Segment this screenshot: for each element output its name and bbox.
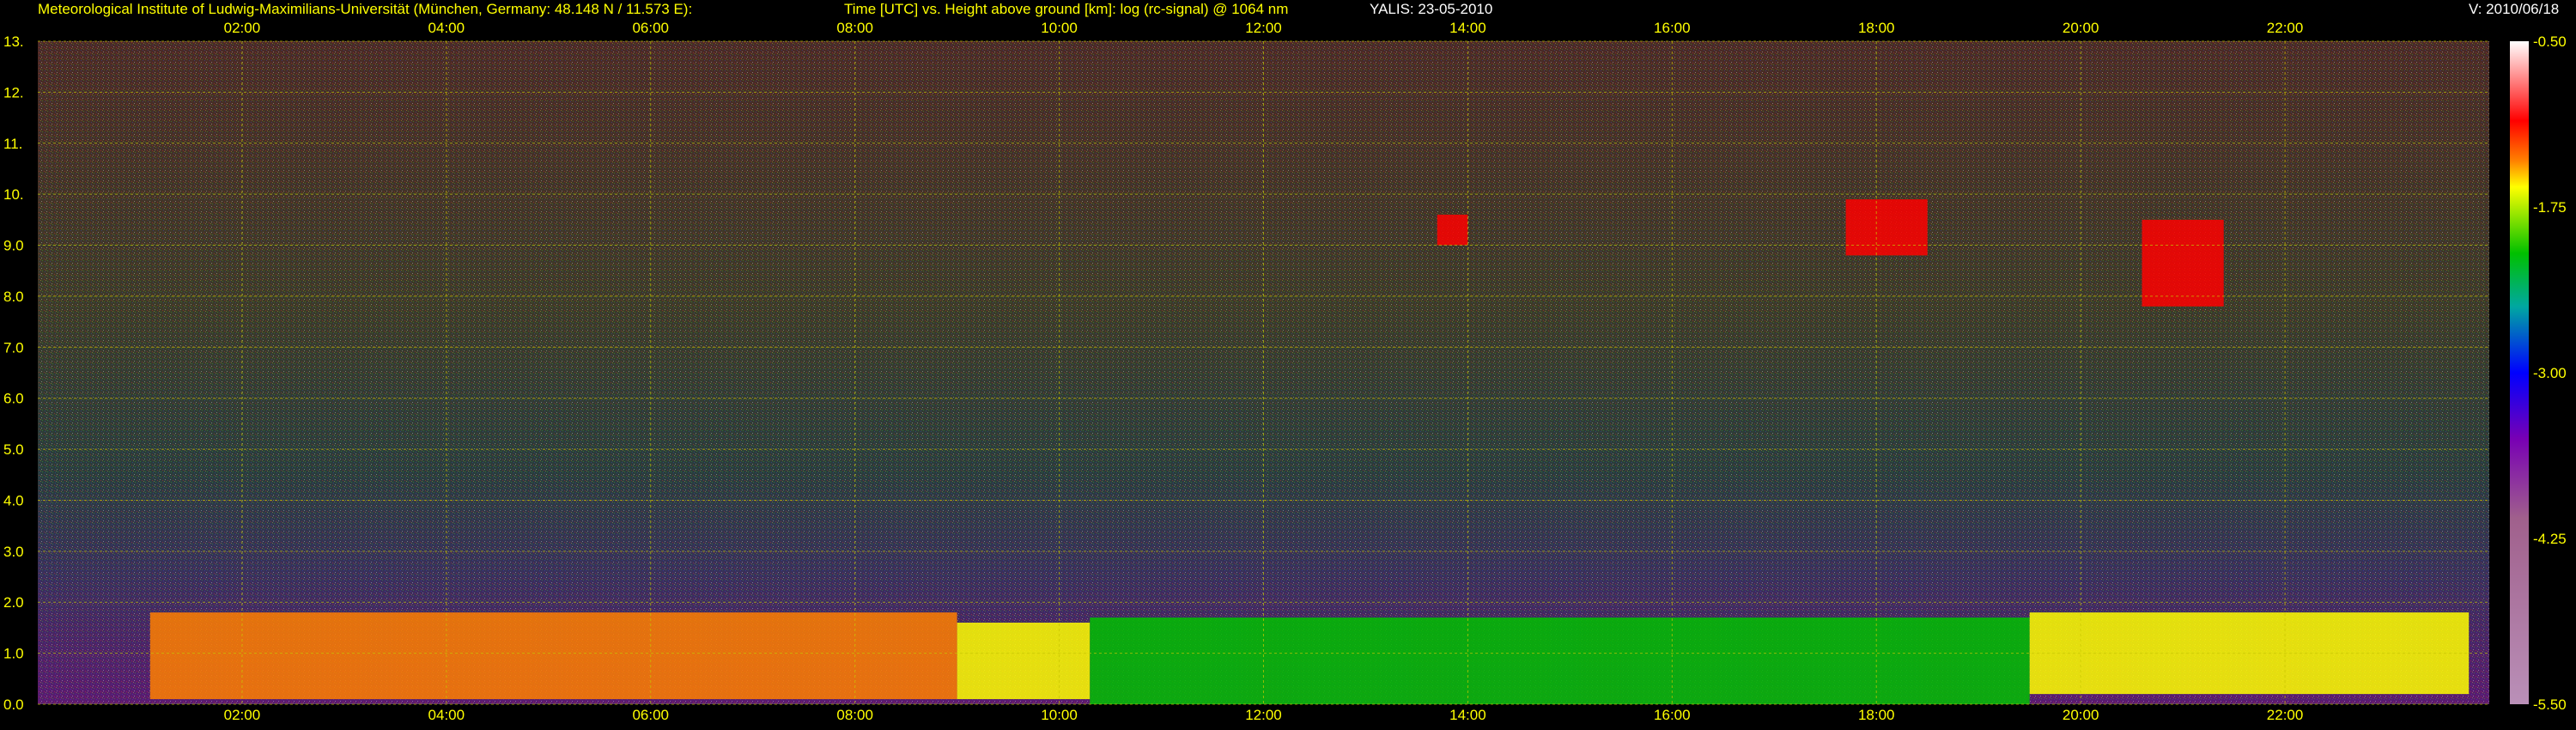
colorbar-tick-label: -4.25 (2533, 531, 2567, 547)
x-tick-label-top: 18:00 (1858, 20, 1895, 36)
y-tick-label: 6.0 (3, 391, 24, 407)
x-tick-label-bottom: 10:00 (1041, 707, 1078, 723)
x-tick-label-top: 10:00 (1041, 20, 1078, 36)
colorbar-tick-label: -5.50 (2533, 697, 2567, 713)
chart-title: Time [UTC] vs. Height above ground [km]:… (844, 1, 1288, 17)
feature-cirrus-6 (2142, 219, 2224, 307)
x-tick-label-top: 14:00 (1449, 20, 1486, 36)
version-label: V: 2010/06/18 (2469, 1, 2559, 17)
x-tick-label-top: 12:00 (1245, 20, 1282, 36)
feature-boundary-layer-aerosol-0 (149, 612, 957, 700)
x-tick-label-bottom: 04:00 (428, 707, 465, 723)
y-tick-label: 5.0 (3, 441, 24, 458)
institute-label: Meteorological Institute of Ludwig-Maxim… (38, 1, 692, 17)
x-tick-label-top: 06:00 (632, 20, 669, 36)
instrument-date-label: YALIS: 23-05-2010 (1370, 1, 1492, 17)
feature-boundary-layer-2 (1090, 617, 2030, 704)
colorbar-tick-label: -0.50 (2533, 33, 2567, 50)
colorbar-tick-label: -1.75 (2533, 199, 2567, 216)
x-tick-label-top: 22:00 (2267, 20, 2304, 36)
lidar-chart: Meteorological Institute of Ludwig-Maxim… (3, 1, 2567, 723)
x-tick-label-top: 04:00 (428, 20, 465, 36)
x-tick-label-bottom: 18:00 (1858, 707, 1895, 723)
colorbar-tick-labels: -0.50 -1.75 -3.00 -4.25 -5.50 (2533, 33, 2567, 713)
y-tick-label: 4.0 (3, 492, 24, 508)
feature-cirrus-5 (1845, 199, 1928, 256)
x-tick-label-bottom: 06:00 (632, 707, 669, 723)
x-tick-label-bottom: 08:00 (836, 707, 873, 723)
x-tick-labels-top: 02:00 04:00 06:00 08:00 10:00 12:00 14:00 16:00… (224, 20, 2304, 36)
y-tick-label: 7.0 (3, 339, 24, 356)
y-tick-label: 10. (3, 186, 24, 203)
y-tick-label: 9.0 (3, 238, 24, 254)
x-tick-label-top: 20:00 (2063, 20, 2099, 36)
x-tick-label-bottom: 12:00 (1245, 707, 1282, 723)
feature-cirrus-4 (1437, 214, 1468, 246)
y-tick-label: 12. (3, 84, 24, 100)
x-tick-label-bottom: 14:00 (1449, 707, 1486, 723)
x-tick-label-bottom: 20:00 (2063, 707, 2099, 723)
x-tick-label-bottom: 16:00 (1654, 707, 1691, 723)
x-tick-label-bottom: 22:00 (2267, 707, 2304, 723)
y-tick-label: 11. (3, 136, 22, 152)
y-tick-label: 3.0 (3, 544, 24, 560)
feature-boundary-layer-aerosol-1 (957, 622, 1091, 700)
colorbar-tick-label: -3.00 (2533, 365, 2567, 381)
y-tick-label: 1.0 (3, 646, 24, 662)
plot-area (38, 40, 2489, 705)
x-tick-label-top: 08:00 (836, 20, 873, 36)
colorbar (2510, 41, 2529, 704)
x-tick-labels-bottom: 02:00 04:00 06:00 08:00 10:00 12:00 14:00 16:00… (224, 707, 2304, 723)
y-tick-label: 2.0 (3, 594, 24, 611)
x-tick-label-top: 16:00 (1654, 20, 1691, 36)
y-tick-label: 13. (3, 33, 24, 50)
y-tick-label: 8.0 (3, 289, 24, 305)
y-tick-labels: 0.0 1.0 2.0 3.0 4.0 5.0 6.0 7.0 8.0 9.0 10. 11. 12. 1… (3, 33, 24, 713)
x-tick-label-top: 02:00 (224, 20, 261, 36)
x-tick-label-bottom: 02:00 (224, 707, 261, 723)
y-tick-label: 0.0 (3, 697, 24, 713)
